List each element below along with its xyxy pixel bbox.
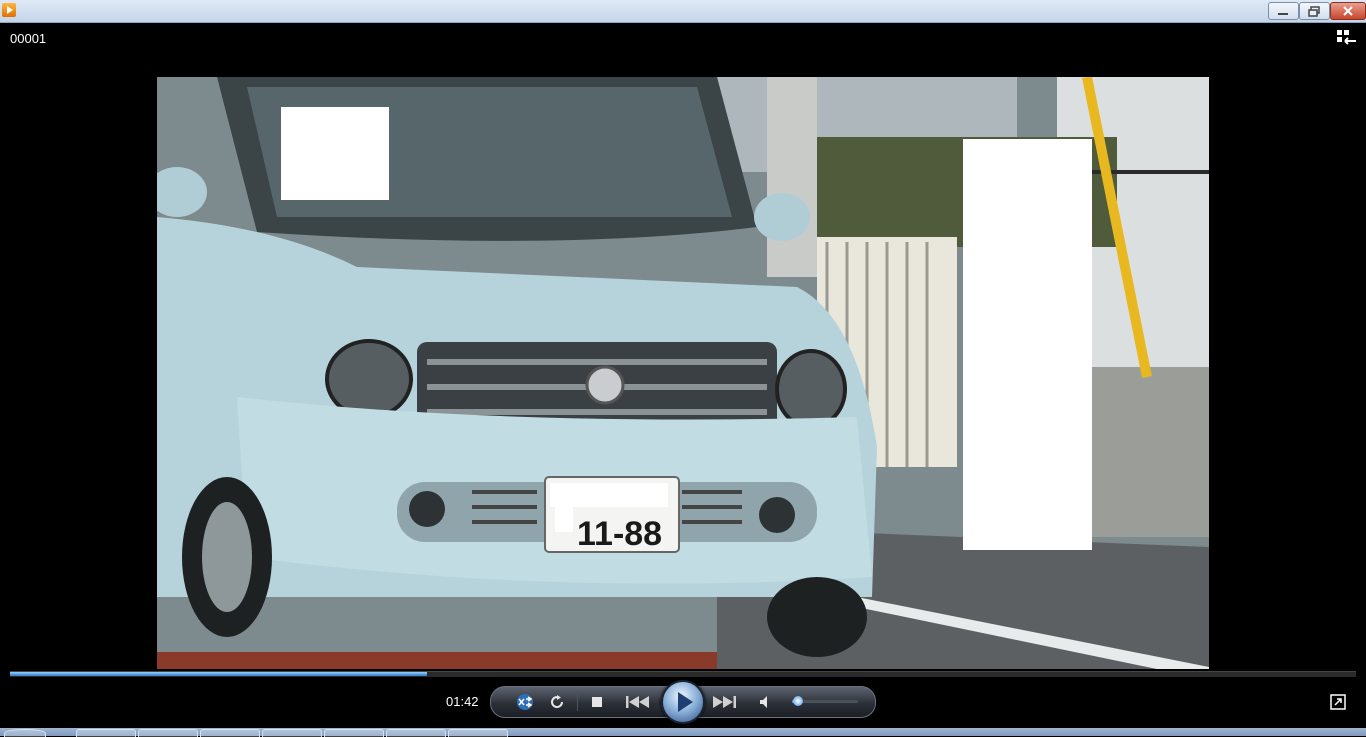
fullscreen-icon[interactable] (1330, 694, 1346, 710)
switch-to-library-icon[interactable] (1336, 28, 1358, 48)
privacy-mask (963, 139, 1092, 550)
shuffle-icon[interactable] (515, 693, 535, 711)
restore-button[interactable] (1299, 2, 1330, 20)
restore-icon (1308, 6, 1320, 17)
stop-icon[interactable] (587, 693, 607, 711)
media-title: 00001 (10, 31, 47, 46)
next-icon[interactable] (707, 693, 741, 711)
seek-progress (10, 672, 428, 676)
license-plate-text: 11-88 (577, 515, 662, 553)
video-picture: 11-88 (157, 77, 1209, 669)
privacy-mask (281, 107, 389, 200)
close-button[interactable] (1330, 2, 1366, 20)
video-frame[interactable]: 11-88 (157, 77, 1209, 669)
separator (577, 693, 578, 711)
title-bar (0, 0, 1366, 23)
media-player-icon (2, 3, 16, 17)
play-button[interactable] (661, 680, 705, 724)
seek-bar[interactable] (10, 671, 1356, 677)
minimize-button[interactable] (1268, 2, 1299, 20)
elapsed-time: 01:42 (446, 694, 479, 709)
close-icon (1343, 6, 1353, 16)
repeat-icon[interactable] (547, 693, 567, 711)
speaker-icon[interactable] (755, 693, 775, 711)
minimize-icon (1278, 13, 1288, 15)
previous-icon[interactable] (621, 693, 655, 711)
